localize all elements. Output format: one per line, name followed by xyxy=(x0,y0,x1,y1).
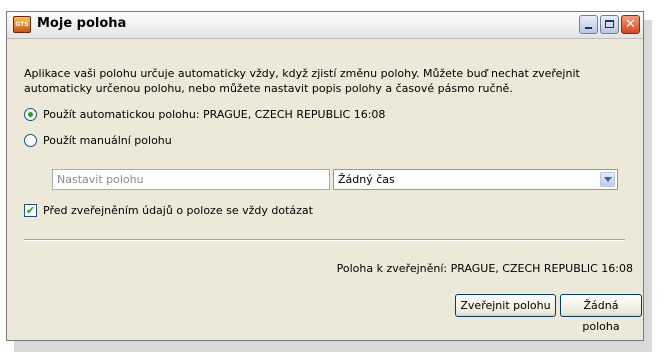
confirm-checkbox[interactable]: ✔ xyxy=(24,203,37,217)
minimize-icon xyxy=(585,27,592,29)
time-zone-value: Žádný čas xyxy=(338,173,395,186)
maximize-icon xyxy=(605,20,614,28)
window-title: Moje poloha xyxy=(37,16,127,31)
manual-location-label: Použít manuální polohu xyxy=(43,133,172,147)
confirm-label: Před zveřejněním údajů o poloze se vždy … xyxy=(43,203,313,217)
close-button[interactable]: ✕ xyxy=(621,15,640,34)
no-location-button[interactable]: Žádná poloha xyxy=(560,294,642,333)
auto-location-radio[interactable] xyxy=(24,107,37,121)
chevron-down-icon[interactable] xyxy=(600,172,615,187)
manual-location-radio[interactable] xyxy=(24,133,37,147)
confirm-option[interactable]: ✔ Před zveřejněním údajů o poloze se vžd… xyxy=(24,202,313,218)
publish-location-button[interactable]: Zveřejnit polohu xyxy=(455,294,556,317)
auto-location-option[interactable]: Použít automatickou polohu: PRAGUE, CZEC… xyxy=(24,106,385,122)
minimize-button[interactable] xyxy=(579,15,598,34)
description-text: Aplikace vaši polohu určuje automaticky … xyxy=(24,67,580,95)
auto-location-label: Použít automatickou polohu: PRAGUE, CZEC… xyxy=(43,107,386,121)
title-bar[interactable]: GTS Moje poloha ✕ xyxy=(7,12,643,39)
time-zone-select[interactable]: Žádný čas xyxy=(333,169,618,190)
manual-location-option[interactable]: Použít manuální polohu xyxy=(24,132,172,148)
app-icon: GTS xyxy=(13,16,31,33)
publish-status: Poloha k zveřejnění: PRAGUE, CZECH REPUB… xyxy=(336,262,633,275)
close-icon: ✕ xyxy=(625,17,636,32)
location-input[interactable]: Nastavit polohu xyxy=(52,169,330,190)
dialog-window: GTS Moje poloha ✕ Aplikace vaši polohu u… xyxy=(6,11,644,341)
maximize-button[interactable] xyxy=(600,15,619,34)
divider xyxy=(24,239,625,241)
